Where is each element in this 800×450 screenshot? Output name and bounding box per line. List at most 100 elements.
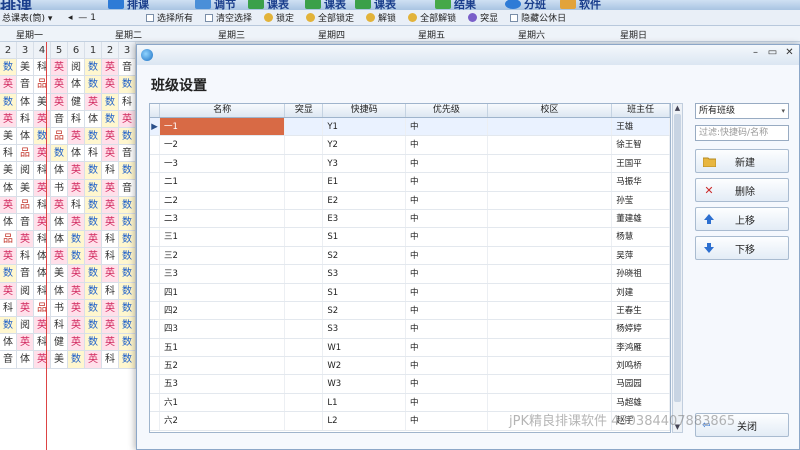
grid-cell[interactable]: 数: [119, 127, 136, 146]
column-header-teacher[interactable]: 班主任: [612, 104, 670, 117]
grid-cell[interactable]: 英: [0, 282, 17, 300]
cell-code[interactable]: E2: [323, 191, 407, 209]
grid-cell[interactable]: 数: [0, 93, 17, 111]
cell-teacher[interactable]: 马超雄: [612, 393, 670, 412]
toolbar-table3-button[interactable]: 课表: [355, 0, 396, 10]
grid-cell[interactable]: 数: [119, 213, 136, 232]
cell-code[interactable]: Y3: [323, 154, 407, 173]
cell-highlight[interactable]: [285, 265, 324, 283]
grid-cell[interactable]: 数: [68, 248, 85, 266]
grid-cell[interactable]: 数: [119, 162, 136, 180]
grid-cell[interactable]: 英: [68, 127, 85, 146]
grid-cell[interactable]: 阅: [17, 317, 34, 335]
toolbar-table2-button[interactable]: 课表: [305, 0, 346, 10]
grid-cell[interactable]: 科: [34, 196, 51, 214]
grid-cell[interactable]: 英: [51, 196, 68, 214]
grid-cell[interactable]: 科: [34, 334, 51, 352]
cell-priority[interactable]: 中: [406, 393, 488, 412]
cell-highlight[interactable]: [285, 154, 324, 173]
grid-cell[interactable]: 体: [85, 110, 102, 128]
grid-cell[interactable]: 阅: [17, 282, 34, 300]
lock-all-button[interactable]: 全部锁定: [306, 11, 354, 24]
grid-cell[interactable]: 体: [68, 76, 85, 94]
grid-cell[interactable]: 品: [17, 196, 34, 214]
grid-cell[interactable]: 数: [102, 110, 119, 128]
column-header-name[interactable]: 名称: [160, 104, 286, 117]
hide-public-day-checkbox[interactable]: 隐藏公休日: [510, 11, 566, 24]
cell-priority[interactable]: 中: [406, 412, 488, 430]
table-row[interactable]: 五2 W2 中 刘鸣桥: [150, 357, 670, 376]
cell-code[interactable]: L1: [323, 393, 407, 412]
grid-cell[interactable]: 科: [17, 248, 34, 266]
table-scrollbar[interactable]: ▲ ▼: [672, 103, 683, 433]
cell-code[interactable]: W3: [323, 375, 407, 393]
toolbar-software-button[interactable]: 软件: [560, 0, 601, 10]
grid-cell[interactable]: 英: [0, 248, 17, 266]
grid-cell[interactable]: 英: [68, 282, 85, 300]
grid-cell[interactable]: 数: [85, 299, 102, 317]
grid-cell[interactable]: 英: [102, 127, 119, 146]
cell-priority[interactable]: 中: [406, 265, 488, 283]
cell-teacher[interactable]: 王雄: [612, 118, 670, 136]
cell-teacher[interactable]: 孙晓祖: [612, 265, 670, 283]
grid-cell[interactable]: 英: [34, 145, 51, 163]
grid-cell[interactable]: 音: [119, 59, 136, 77]
cell-campus[interactable]: [488, 173, 613, 191]
cell-name[interactable]: 一2: [160, 136, 286, 154]
grid-cell[interactable]: 英: [102, 299, 119, 317]
grid-cell[interactable]: 体: [34, 265, 51, 283]
toolbar-adjust-button[interactable]: 调节: [195, 0, 236, 10]
grid-cell[interactable]: 英: [102, 76, 119, 94]
grid-cell[interactable]: 体: [51, 213, 68, 232]
grid-cell[interactable]: 英: [68, 317, 85, 335]
grid-cell[interactable]: 英: [17, 231, 34, 249]
grid-cell[interactable]: 数: [85, 76, 102, 94]
grid-cell[interactable]: 英: [85, 351, 102, 369]
cell-campus[interactable]: [488, 357, 613, 375]
grid-cell[interactable]: 数: [85, 59, 102, 77]
grid-cell[interactable]: 英: [102, 317, 119, 335]
grid-cell[interactable]: 英: [102, 213, 119, 232]
grid-cell[interactable]: 英: [51, 93, 68, 111]
grid-cell[interactable]: 科: [119, 93, 136, 111]
grid-cell[interactable]: 美: [0, 162, 17, 180]
table-row[interactable]: 三3 S3 中 孙晓祖: [150, 265, 670, 284]
table-row[interactable]: 二3 E3 中 董建雄: [150, 209, 670, 229]
grid-cell[interactable]: 品: [0, 231, 17, 249]
grid-cell[interactable]: 体: [0, 179, 17, 197]
grid-cell[interactable]: 数: [85, 317, 102, 335]
table-row[interactable]: ▶ 一1 Y1 中 王雄: [150, 118, 670, 137]
cell-campus[interactable]: [488, 154, 613, 173]
table-row[interactable]: 五1 W1 中 李鸿雁: [150, 338, 670, 358]
cell-highlight[interactable]: [285, 173, 324, 191]
cell-highlight[interactable]: [285, 191, 324, 209]
grid-cell[interactable]: 英: [34, 213, 51, 232]
grid-cell[interactable]: 美: [51, 265, 68, 283]
cell-campus[interactable]: [488, 246, 613, 265]
cell-code[interactable]: S1: [323, 228, 407, 246]
cell-campus[interactable]: [488, 338, 613, 357]
grid-cell[interactable]: 科: [102, 248, 119, 266]
grid-cell[interactable]: 英: [85, 93, 102, 111]
cell-name[interactable]: 三2: [160, 246, 286, 265]
grid-cell[interactable]: 英: [0, 76, 17, 94]
cell-code[interactable]: S1: [323, 283, 407, 301]
move-up-button[interactable]: 上移: [695, 207, 789, 231]
table-row[interactable]: 二1 E1 中 马振华: [150, 173, 670, 192]
grid-cell[interactable]: 科: [102, 282, 119, 300]
grid-cell[interactable]: 英: [68, 299, 85, 317]
scroll-up-icon[interactable]: ▲: [673, 104, 682, 113]
grid-cell[interactable]: 品: [51, 127, 68, 146]
cell-name[interactable]: 六2: [160, 412, 286, 430]
move-down-button[interactable]: 下移: [695, 236, 789, 260]
table-row[interactable]: 三1 S1 中 杨慧: [150, 228, 670, 247]
grid-cell[interactable]: 数: [119, 248, 136, 266]
cell-teacher[interactable]: 杨婷婷: [612, 320, 670, 338]
select-all-checkbox[interactable]: 选择所有: [145, 11, 193, 24]
cell-teacher[interactable]: 李鸿雁: [612, 338, 670, 357]
cell-name[interactable]: 二2: [160, 191, 286, 209]
cell-code[interactable]: Y1: [323, 118, 407, 136]
grid-cell[interactable]: 数: [85, 127, 102, 146]
cell-name[interactable]: 六1: [160, 393, 286, 412]
cell-highlight[interactable]: [285, 412, 324, 430]
